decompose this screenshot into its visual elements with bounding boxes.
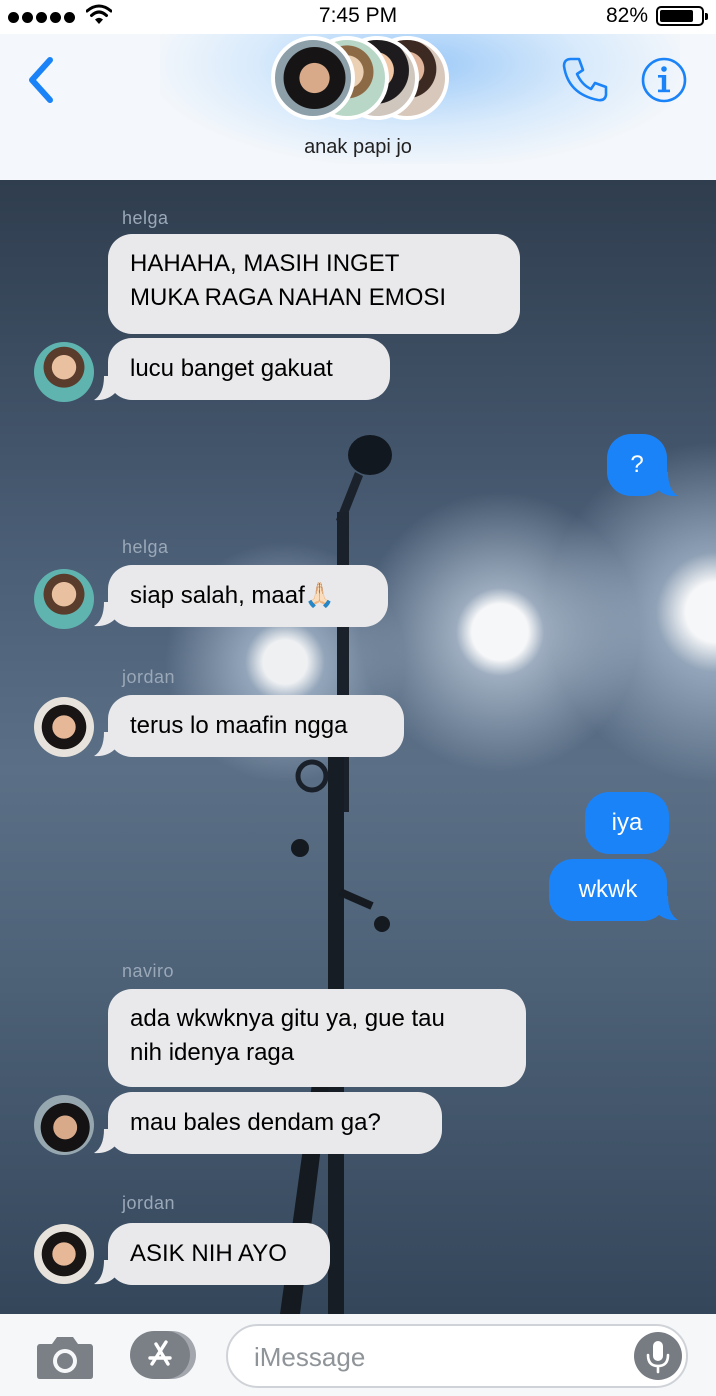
sender-name: jordan: [122, 1193, 176, 1213]
message-bubble-incoming[interactable]: mau bales dendam ga?: [108, 1092, 442, 1154]
group-name[interactable]: anak papi jo: [0, 136, 716, 159]
sender-name: naviro: [122, 961, 175, 981]
avatar[interactable]: [34, 697, 94, 757]
message-bubble-outgoing[interactable]: ?: [607, 434, 667, 496]
avatar[interactable]: [34, 1095, 94, 1155]
message-text: HAHAHA, MASIH INGET: [130, 250, 400, 277]
phone-icon[interactable]: [560, 54, 610, 104]
microphone-icon[interactable]: [634, 1332, 682, 1380]
message-bubble-incoming[interactable]: siap salah, maaf🙏🏻: [108, 565, 388, 627]
message-bubble-incoming[interactable]: lucu banget gakuat: [108, 338, 390, 400]
chevron-left-icon[interactable]: [22, 54, 62, 106]
message-input[interactable]: [254, 1338, 634, 1376]
sender-name: helga: [122, 537, 169, 557]
avatar[interactable]: [34, 342, 94, 402]
avatar[interactable]: [34, 569, 94, 629]
message-text: nih idenya raga: [130, 1039, 295, 1066]
message-text: MUKA RAGA NAHAN EMOSI: [130, 284, 447, 311]
app-store-icon[interactable]: [130, 1330, 196, 1380]
avatar: [271, 36, 355, 120]
battery-icon: [656, 6, 708, 26]
status-bar: 7:45 PM 82%: [0, 0, 716, 34]
message-field[interactable]: [226, 1324, 688, 1388]
sender-name: helga: [122, 208, 169, 228]
message-bubble-incoming[interactable]: ASIK NIH AYO: [108, 1223, 330, 1285]
camera-icon[interactable]: [36, 1334, 94, 1380]
message-bubble-outgoing[interactable]: wkwk: [549, 859, 667, 921]
info-icon[interactable]: [640, 56, 688, 104]
sender-name: jordan: [122, 667, 176, 687]
conversation-header: anak papi jo: [0, 34, 716, 180]
battery-percentage: 82%: [605, 4, 648, 27]
group-avatar-stack[interactable]: [271, 36, 449, 122]
message-bubble-incoming[interactable]: ada wkwknya gitu ya, gue tau nih idenya …: [108, 989, 526, 1087]
avatar[interactable]: [34, 1224, 94, 1284]
message-bubble-incoming[interactable]: terus lo maafin ngga: [108, 695, 404, 757]
message-text: ada wkwknya gitu ya, gue tau: [130, 1005, 445, 1032]
message-bubble-outgoing[interactable]: iya: [585, 792, 669, 854]
input-bar: [0, 1314, 716, 1396]
message-bubble-incoming[interactable]: HAHAHA, MASIH INGET MUKA RAGA NAHAN EMOS…: [108, 234, 520, 334]
message-list[interactable]: helga HAHAHA, MASIH INGET MUKA RAGA NAHA…: [0, 180, 716, 1314]
